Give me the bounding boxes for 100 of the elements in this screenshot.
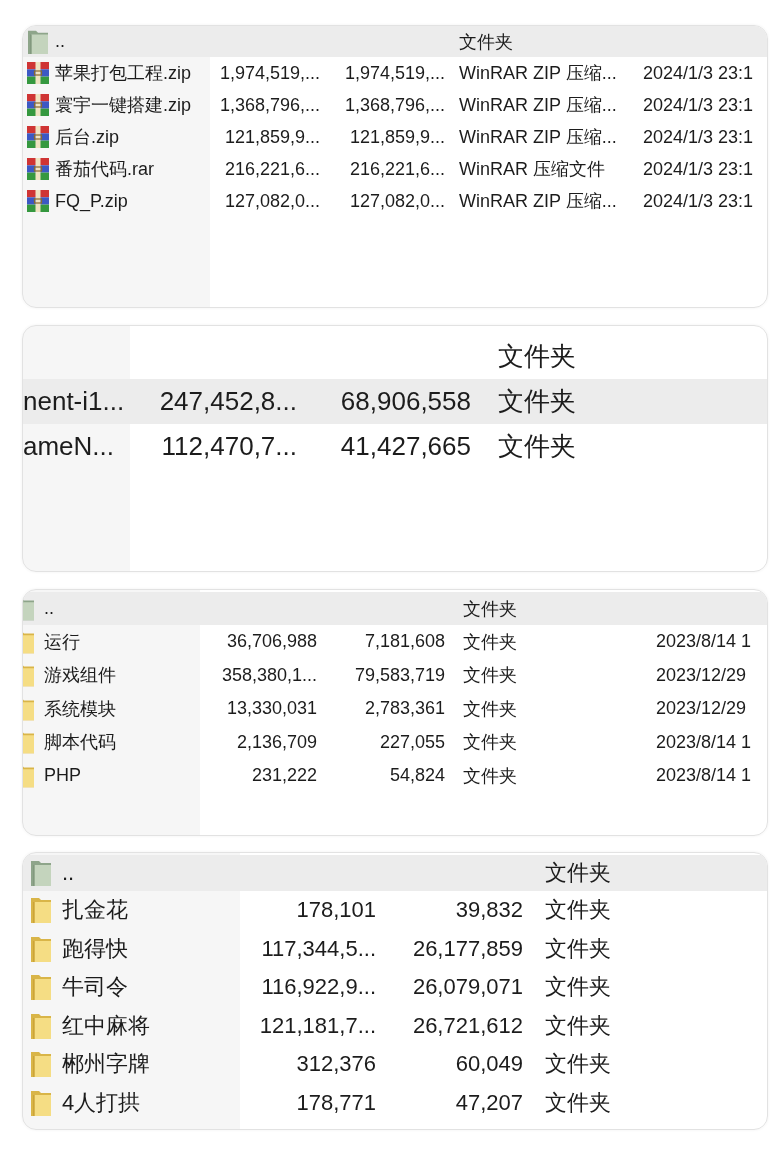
file-name: .. [62,860,75,886]
file-type: 文件夹 [545,1050,611,1079]
file-row[interactable]: FQ_P.zip 127,082,0... 127,082,0... WinRAR ZIP 压缩... 2024/1/3 23:1 [23,185,767,217]
file-row[interactable]: 脚本代码 2,136,709 227,055 文件夹 2023/8/14 1 [23,725,767,759]
file-row[interactable]: PHP 231,222 54,824 文件夹 2023/8/14 1 [23,759,767,793]
file-row[interactable]: 牛司令 116,922,9... 26,079,071 文件夹 [23,968,767,1007]
file-row[interactable]: 郴州字牌 312,376 60,049 文件夹 [23,1045,767,1084]
stacked-books-icon [27,158,49,180]
file-size: 1,368,796,... [219,94,320,116]
file-size: 2,136,709 [236,731,317,753]
file-type: 文件夹 [545,1088,611,1117]
stacked-books-icon [27,190,49,212]
folder-icon [23,730,35,755]
file-name: 扎金花 [62,896,128,925]
packed-size: 60,049 [455,1051,523,1078]
file-size: 1,974,519,... [219,62,320,84]
modified-date: 2024/1/3 23:1 [643,94,754,116]
file-row[interactable]: 文件夹 [23,334,767,379]
file-type: 文件夹 [463,664,517,688]
file-type: WinRAR ZIP 压缩... [459,62,617,85]
file-type: 文件夹 [463,697,517,721]
file-row[interactable]: .. 文件夹 [23,855,767,891]
packed-size: 1,368,796,... [344,94,445,116]
file-type: WinRAR ZIP 压缩... [459,190,617,213]
packed-size: 26,079,071 [412,974,523,1001]
file-row[interactable]: 寰宇一键搭建.zip 1,368,796,... 1,368,796,... WinRAR ZIP 压缩... 2024/1/3 23:1 [23,89,767,121]
file-size: 247,452,8... [159,386,297,417]
file-name: PHP [44,765,81,787]
file-type: 文件夹 [545,1011,611,1040]
packed-size: 121,859,9... [349,126,445,148]
file-row[interactable]: 红中麻将 121,181,7... 26,721,612 文件夹 [23,1006,767,1045]
file-name: nent-i1... [23,386,125,417]
file-row[interactable]: 系统模块 13,330,031 2,783,361 文件夹 2023/12/29 [23,692,767,726]
modified-date: 2024/1/3 23:1 [643,190,754,212]
file-row[interactable]: .. 文件夹 [23,592,767,625]
file-name: 郴州字牌 [62,1050,150,1079]
folder-icon [23,663,35,688]
file-size: 216,221,6... [224,158,320,180]
file-name: 牛司令 [62,973,128,1002]
file-row[interactable]: 扎金花 178,101 39,832 文件夹 [23,891,767,930]
file-size: 36,706,988 [226,631,317,653]
file-name: ameN... [23,431,115,462]
file-type: 文件夹 [545,896,611,925]
file-row[interactable]: 4人打拱 178,771 47,207 文件夹 [23,1083,767,1122]
modified-date: 2024/1/3 23:1 [643,126,754,148]
packed-size: 39,832 [455,897,523,924]
file-row[interactable]: 游戏组件 358,380,1... 79,583,719 文件夹 2023/12/29 [23,658,767,692]
file-name: 番茄代码.rar [55,158,154,181]
file-name: 后台.zip [55,126,119,149]
folder-icon [30,973,52,1002]
stacked-books-icon [27,62,49,84]
packed-size: 1,974,519,... [344,62,445,84]
packed-size: 54,824 [389,765,445,787]
modified-date: 2023/12/29 [656,664,747,686]
file-size: 112,470,7... [161,431,297,462]
file-type: 文件夹 [545,934,611,963]
file-row[interactable]: .. 文件夹 [23,26,767,57]
file-type: 文件夹 [545,859,611,887]
file-row[interactable]: ameN... 112,470,7... 41,427,665 文件夹 [23,424,767,469]
stacked-books-icon [27,126,49,148]
folder-icon [27,28,49,55]
packed-size: 227,055 [379,731,445,753]
file-name: .. [44,598,54,619]
file-row[interactable]: 后台.zip 121,859,9... 121,859,9... WinRAR ZIP 压缩... 2024/1/3 23:1 [23,121,767,153]
file-size: 121,859,9... [224,126,320,148]
file-name: 苹果打包工程.zip [55,62,191,85]
packed-size: 2,783,361 [364,698,445,720]
file-size: 231,222 [251,765,317,787]
file-size: 178,101 [296,897,376,924]
file-type: WinRAR 压缩文件 [459,158,605,181]
folder-icon [30,934,52,963]
file-type: 文件夹 [463,597,517,621]
file-size: 312,376 [296,1051,376,1078]
file-row[interactable]: nent-i1... 247,452,8... 68,906,558 文件夹 [23,379,767,424]
file-type: 文件夹 [498,340,576,373]
folder-icon [30,1011,52,1040]
file-row[interactable]: 苹果打包工程.zip 1,974,519,... 1,974,519,... WinRAR ZIP 压缩... 2024/1/3 23:1 [23,57,767,89]
file-type: 文件夹 [459,30,513,54]
file-size: 178,771 [296,1089,376,1116]
modified-date: 2023/8/14 1 [656,731,752,753]
folder-icon [30,896,52,925]
file-type: 文件夹 [498,430,576,463]
file-name: 运行 [44,630,80,654]
file-row[interactable]: 番茄代码.rar 216,221,6... 216,221,6... WinRAR 压缩文件 2024/1/3 23:1 [23,153,767,185]
modified-date: 2024/1/3 23:1 [643,62,754,84]
packed-size: 7,181,608 [364,631,445,653]
file-size: 13,330,031 [226,698,317,720]
file-row[interactable]: 跑得快 117,344,5... 26,177,859 文件夹 [23,929,767,968]
file-name: 游戏组件 [44,664,116,688]
file-name: 4人打拱 [62,1088,141,1117]
file-type: 文件夹 [545,973,611,1002]
file-name: 脚本代码 [44,731,116,755]
file-name: .. [55,31,65,52]
modified-date: 2023/8/14 1 [656,631,752,653]
file-name: 红中麻将 [62,1011,150,1040]
file-row[interactable]: 运行 36,706,988 7,181,608 文件夹 2023/8/14 1 [23,625,767,659]
file-name: 跑得快 [62,934,128,963]
file-size: 116,922,9... [261,974,376,1001]
file-type: 文件夹 [498,385,576,418]
folder-icon [30,859,52,887]
